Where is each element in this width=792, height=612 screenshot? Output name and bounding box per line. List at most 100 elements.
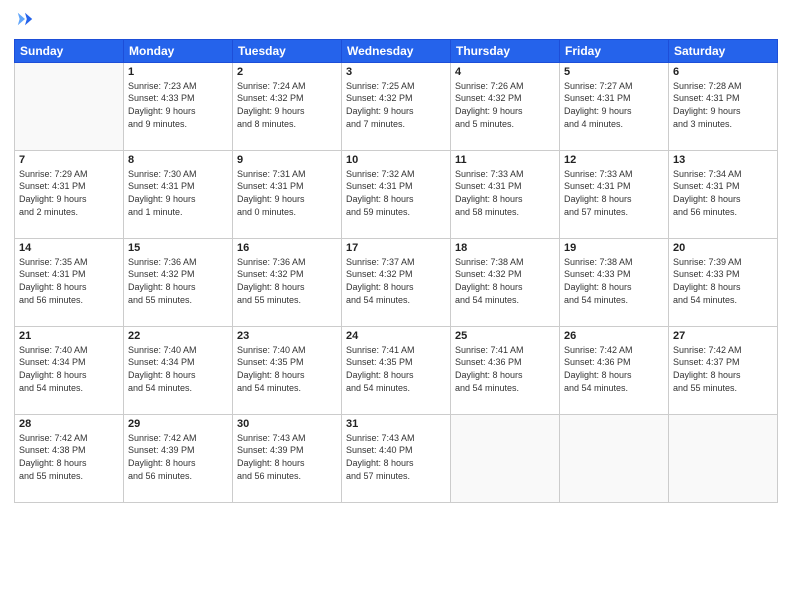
cell-info: Sunrise: 7:37 AM Sunset: 4:32 PM Dayligh… <box>346 256 446 306</box>
weekday-header: Tuesday <box>233 39 342 62</box>
calendar-cell: 2 Sunrise: 7:24 AM Sunset: 4:32 PM Daylig… <box>233 62 342 150</box>
cell-info: Sunrise: 7:40 AM Sunset: 4:35 PM Dayligh… <box>237 344 337 394</box>
weekday-header: Monday <box>124 39 233 62</box>
cell-info: Sunrise: 7:43 AM Sunset: 4:39 PM Dayligh… <box>237 432 337 482</box>
calendar-cell: 18 Sunrise: 7:38 AM Sunset: 4:32 PM Dayli… <box>451 238 560 326</box>
calendar-cell: 6Sunrise: 7:28 AM Sunset: 4:31 PM Daylig… <box>669 62 778 150</box>
calendar-week-row: 21 Sunrise: 7:40 AM Sunset: 4:34 PM Dayli… <box>15 326 778 414</box>
logo <box>14 10 34 33</box>
calendar-cell: 25Sunrise: 7:41 AM Sunset: 4:36 PM Dayli… <box>451 326 560 414</box>
calendar-cell: 20 Sunrise: 7:39 AM Sunset: 4:33 PM Dayli… <box>669 238 778 326</box>
day-number: 30 <box>237 418 337 430</box>
calendar-cell: 11 Sunrise: 7:33 AM Sunset: 4:31 PM Dayli… <box>451 150 560 238</box>
day-number: 9 <box>237 154 337 166</box>
calendar-cell: 16 Sunrise: 7:36 AM Sunset: 4:32 PM Dayli… <box>233 238 342 326</box>
calendar-cell <box>560 414 669 502</box>
calendar-cell: 27Sunrise: 7:42 AM Sunset: 4:37 PM Dayli… <box>669 326 778 414</box>
calendar-cell: 4 Sunrise: 7:26 AM Sunset: 4:32 PM Daylig… <box>451 62 560 150</box>
calendar-cell: 7Sunrise: 7:29 AM Sunset: 4:31 PM Daylig… <box>15 150 124 238</box>
calendar-week-row: 14Sunrise: 7:35 AM Sunset: 4:31 PM Dayli… <box>15 238 778 326</box>
calendar-week-row: 7Sunrise: 7:29 AM Sunset: 4:31 PM Daylig… <box>15 150 778 238</box>
cell-info: Sunrise: 7:32 AM Sunset: 4:31 PM Dayligh… <box>346 168 446 218</box>
cell-info: Sunrise: 7:33 AM Sunset: 4:31 PM Dayligh… <box>455 168 555 218</box>
calendar-cell <box>15 62 124 150</box>
day-number: 15 <box>128 242 228 254</box>
calendar-cell: 3 Sunrise: 7:25 AM Sunset: 4:32 PM Daylig… <box>342 62 451 150</box>
cell-info: Sunrise: 7:36 AM Sunset: 4:32 PM Dayligh… <box>237 256 337 306</box>
calendar-cell: 26 Sunrise: 7:42 AM Sunset: 4:36 PM Dayli… <box>560 326 669 414</box>
cell-info: Sunrise: 7:40 AM Sunset: 4:34 PM Dayligh… <box>19 344 119 394</box>
day-number: 23 <box>237 330 337 342</box>
cell-info: Sunrise: 7:26 AM Sunset: 4:32 PM Dayligh… <box>455 80 555 130</box>
cell-info: Sunrise: 7:34 AM Sunset: 4:31 PM Dayligh… <box>673 168 773 218</box>
weekday-header: Saturday <box>669 39 778 62</box>
day-number: 24 <box>346 330 446 342</box>
day-number: 6 <box>673 66 773 78</box>
weekday-header: Sunday <box>15 39 124 62</box>
day-number: 2 <box>237 66 337 78</box>
day-number: 18 <box>455 242 555 254</box>
day-number: 10 <box>346 154 446 166</box>
calendar-cell: 8 Sunrise: 7:30 AM Sunset: 4:31 PM Daylig… <box>124 150 233 238</box>
calendar-cell: 28 Sunrise: 7:42 AM Sunset: 4:38 PM Dayli… <box>15 414 124 502</box>
day-number: 19 <box>564 242 664 254</box>
calendar-cell: 10 Sunrise: 7:32 AM Sunset: 4:31 PM Dayli… <box>342 150 451 238</box>
day-number: 31 <box>346 418 446 430</box>
calendar-cell <box>669 414 778 502</box>
cell-info: Sunrise: 7:42 AM Sunset: 4:36 PM Dayligh… <box>564 344 664 394</box>
day-number: 5 <box>564 66 664 78</box>
day-number: 11 <box>455 154 555 166</box>
day-number: 1 <box>128 66 228 78</box>
calendar-cell <box>451 414 560 502</box>
cell-info: Sunrise: 7:41 AM Sunset: 4:35 PM Dayligh… <box>346 344 446 394</box>
day-number: 3 <box>346 66 446 78</box>
cell-info: Sunrise: 7:38 AM Sunset: 4:33 PM Dayligh… <box>564 256 664 306</box>
calendar-cell: 1 Sunrise: 7:23 AM Sunset: 4:33 PM Daylig… <box>124 62 233 150</box>
calendar-cell: 17 Sunrise: 7:37 AM Sunset: 4:32 PM Dayli… <box>342 238 451 326</box>
cell-info: Sunrise: 7:27 AM Sunset: 4:31 PM Dayligh… <box>564 80 664 130</box>
day-number: 20 <box>673 242 773 254</box>
weekday-header: Friday <box>560 39 669 62</box>
day-number: 26 <box>564 330 664 342</box>
weekday-header: Wednesday <box>342 39 451 62</box>
cell-info: Sunrise: 7:24 AM Sunset: 4:32 PM Dayligh… <box>237 80 337 130</box>
cell-info: Sunrise: 7:25 AM Sunset: 4:32 PM Dayligh… <box>346 80 446 130</box>
cell-info: Sunrise: 7:40 AM Sunset: 4:34 PM Dayligh… <box>128 344 228 394</box>
calendar-cell: 19 Sunrise: 7:38 AM Sunset: 4:33 PM Dayli… <box>560 238 669 326</box>
cell-info: Sunrise: 7:29 AM Sunset: 4:31 PM Dayligh… <box>19 168 119 218</box>
cell-info: Sunrise: 7:38 AM Sunset: 4:32 PM Dayligh… <box>455 256 555 306</box>
day-number: 29 <box>128 418 228 430</box>
cell-info: Sunrise: 7:35 AM Sunset: 4:31 PM Dayligh… <box>19 256 119 306</box>
calendar-cell: 15 Sunrise: 7:36 AM Sunset: 4:32 PM Dayli… <box>124 238 233 326</box>
calendar-body: 1 Sunrise: 7:23 AM Sunset: 4:33 PM Daylig… <box>15 62 778 502</box>
cell-info: Sunrise: 7:43 AM Sunset: 4:40 PM Dayligh… <box>346 432 446 482</box>
calendar-week-row: 28 Sunrise: 7:42 AM Sunset: 4:38 PM Dayli… <box>15 414 778 502</box>
calendar-cell: 22 Sunrise: 7:40 AM Sunset: 4:34 PM Dayli… <box>124 326 233 414</box>
cell-info: Sunrise: 7:23 AM Sunset: 4:33 PM Dayligh… <box>128 80 228 130</box>
header <box>14 10 778 33</box>
cell-info: Sunrise: 7:36 AM Sunset: 4:32 PM Dayligh… <box>128 256 228 306</box>
cell-info: Sunrise: 7:31 AM Sunset: 4:31 PM Dayligh… <box>237 168 337 218</box>
calendar-cell: 12 Sunrise: 7:33 AM Sunset: 4:31 PM Dayli… <box>560 150 669 238</box>
day-number: 4 <box>455 66 555 78</box>
day-number: 28 <box>19 418 119 430</box>
logo-text <box>14 10 34 33</box>
cell-info: Sunrise: 7:30 AM Sunset: 4:31 PM Dayligh… <box>128 168 228 218</box>
cell-info: Sunrise: 7:42 AM Sunset: 4:38 PM Dayligh… <box>19 432 119 482</box>
calendar-cell: 31 Sunrise: 7:43 AM Sunset: 4:40 PM Dayli… <box>342 414 451 502</box>
cell-info: Sunrise: 7:42 AM Sunset: 4:39 PM Dayligh… <box>128 432 228 482</box>
cell-info: Sunrise: 7:33 AM Sunset: 4:31 PM Dayligh… <box>564 168 664 218</box>
day-number: 22 <box>128 330 228 342</box>
day-number: 13 <box>673 154 773 166</box>
day-number: 12 <box>564 154 664 166</box>
calendar-cell: 5 Sunrise: 7:27 AM Sunset: 4:31 PM Daylig… <box>560 62 669 150</box>
day-number: 16 <box>237 242 337 254</box>
day-number: 21 <box>19 330 119 342</box>
calendar-header-row: SundayMondayTuesdayWednesdayThursdayFrid… <box>15 39 778 62</box>
calendar-cell: 24 Sunrise: 7:41 AM Sunset: 4:35 PM Dayli… <box>342 326 451 414</box>
day-number: 25 <box>455 330 555 342</box>
day-number: 17 <box>346 242 446 254</box>
day-number: 8 <box>128 154 228 166</box>
calendar-cell: 29 Sunrise: 7:42 AM Sunset: 4:39 PM Dayli… <box>124 414 233 502</box>
cell-info: Sunrise: 7:39 AM Sunset: 4:33 PM Dayligh… <box>673 256 773 306</box>
